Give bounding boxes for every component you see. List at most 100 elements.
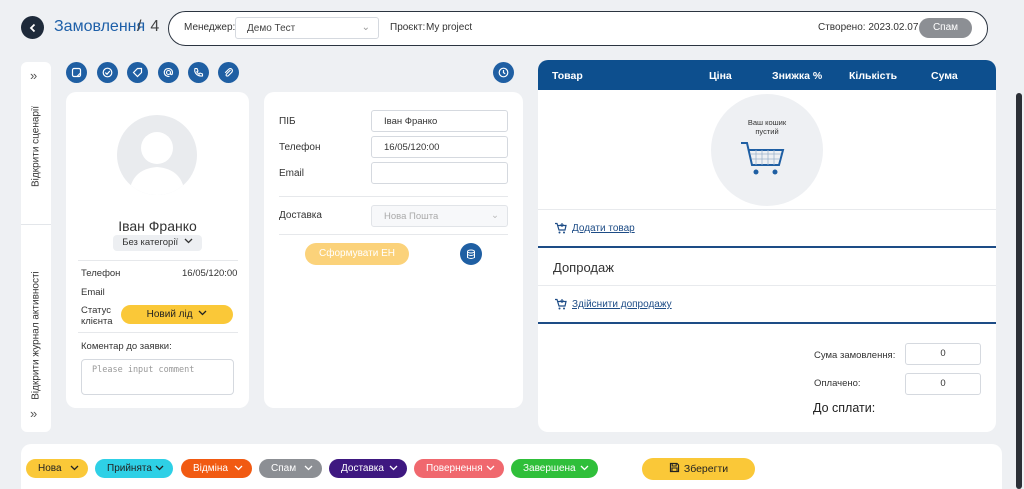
side-panel-strip: » Відкрити сценарії Відкрити журнал акти… (21, 62, 51, 432)
chevron-down-icon (234, 459, 243, 478)
status-pill-label: Відміна (193, 463, 228, 474)
expand-activity-icon[interactable]: » (30, 406, 37, 421)
database-icon[interactable] (460, 243, 482, 265)
status-pill-2[interactable]: Відміна (181, 459, 252, 478)
chevron-down-icon (389, 459, 398, 478)
chevron-down-icon (70, 459, 79, 478)
add-to-cart-icon (555, 298, 567, 310)
status-pill-6[interactable]: Завершена (511, 459, 598, 478)
paid-label: Оплачено: (814, 378, 861, 389)
generate-waybill-button[interactable]: Сформувати ЕН (305, 243, 409, 265)
email-input[interactable] (371, 162, 508, 184)
expand-scenarios-icon[interactable]: » (30, 68, 37, 83)
cart-table-header: Товар Ціна Знижка % Кількість Сума (538, 60, 996, 90)
divider (279, 234, 508, 235)
order-sum-input[interactable]: 0 (905, 343, 981, 365)
save-icon (669, 462, 679, 473)
scrollbar[interactable] (1016, 93, 1022, 489)
tag-icon[interactable] (127, 62, 148, 83)
manager-select[interactable]: Демо Тест ⌄ (235, 17, 379, 39)
divider (538, 322, 996, 324)
client-name: Іван Франко (118, 218, 197, 234)
chevron-down-icon (486, 459, 495, 478)
delivery-select[interactable]: Нова Пошта ⌄ (371, 205, 508, 227)
open-activity-log-link[interactable]: Відкрити журнал активності (31, 271, 42, 400)
chevron-down-icon (304, 459, 313, 478)
column-price: Ціна (709, 70, 732, 82)
order-info-bar: Менеджер: Демо Тест ⌄ Проєкт: My project… (168, 11, 988, 46)
divider (78, 260, 238, 261)
chevron-down-icon (184, 238, 193, 244)
user-silhouette-icon (129, 132, 185, 195)
email-label: Email (279, 168, 305, 179)
upsell-link[interactable]: Здійснити допродажу (554, 298, 672, 310)
divider (538, 209, 996, 210)
order-number: / 4 (137, 18, 160, 35)
status-pill-5[interactable]: Повернення (414, 459, 504, 478)
paid-input[interactable]: 0 (905, 373, 981, 395)
back-button[interactable] (21, 16, 44, 39)
shopping-cart-icon (741, 142, 785, 175)
add-to-cart-icon (555, 222, 567, 234)
status-pill-label: Доставка (341, 463, 384, 474)
phone-input[interactable]: 16/05/120:00 (371, 136, 508, 158)
status-pill-label: Нова (38, 463, 62, 474)
status-pill-label: Завершена (523, 463, 576, 474)
created-date: Створено: 2023.02.07 (818, 22, 919, 33)
open-scenarios-link[interactable]: Відкрити сценарії (31, 106, 42, 187)
clock-icon[interactable] (493, 62, 514, 83)
project-value: My project (426, 22, 473, 33)
status-label: Статус клієнта (81, 305, 113, 327)
upsell-title: Допродаж (553, 260, 614, 275)
paperclip-icon[interactable] (218, 62, 239, 83)
comment-label: Коментар до заявки: (81, 341, 172, 352)
phone-value: 16/05/120:00 (182, 268, 238, 279)
status-pill-label: Спам (271, 463, 297, 474)
name-input[interactable]: Іван Франко (371, 110, 508, 132)
status-pill-1[interactable]: Прийнята (95, 459, 173, 478)
page-title: Замовлення (54, 18, 146, 35)
status-pill-4[interactable]: Доставка (329, 459, 407, 478)
delivery-form: ПІБ Іван Франко Телефон 16/05/120:00 Ema… (264, 92, 523, 408)
order-sum-label: Сума замовлення: (814, 350, 896, 361)
at-sign-icon[interactable] (158, 62, 179, 83)
name-label: ПІБ (279, 116, 296, 127)
column-discount: Знижка % (772, 70, 823, 82)
chevron-down-icon: ⌄ (361, 22, 370, 33)
phone-icon[interactable] (188, 62, 209, 83)
phone-label: Телефон (81, 268, 121, 279)
status-pill-label: Прийнята (107, 463, 152, 474)
project-label: Проєкт: (390, 22, 426, 33)
save-button[interactable]: Зберегти (642, 458, 755, 480)
client-card: Іван Франко Без категорії Телефон 16/05/… (66, 92, 249, 408)
chevron-left-icon (29, 23, 35, 32)
comment-textarea[interactable]: Please input comment (81, 359, 234, 395)
email-label: Email (81, 287, 105, 298)
add-product-link[interactable]: Додати товар (554, 222, 635, 234)
phone-label: Телефон (279, 142, 321, 153)
cart-panel: Товар Ціна Знижка % Кількість Сума Ваш к… (538, 60, 996, 432)
status-pill-3[interactable]: Спам (259, 459, 322, 478)
chevron-down-icon (198, 310, 207, 316)
chevron-down-icon (580, 459, 589, 478)
status-bar: Зберегти Нова Прийнята Відміна Спам Доставка… (21, 444, 1002, 489)
status-pill-label: Повернення (426, 463, 483, 474)
note-icon[interactable] (66, 62, 87, 83)
spam-button[interactable]: Спам (919, 18, 972, 38)
column-quantity: Кількість (849, 70, 898, 82)
client-status-select[interactable]: Новий лід (121, 305, 233, 324)
chevron-down-icon (155, 459, 164, 478)
divider (538, 285, 996, 286)
divider (21, 224, 51, 225)
column-sum: Сума (931, 70, 958, 82)
divider (538, 246, 996, 248)
category-select[interactable]: Без категорії (113, 235, 202, 251)
column-product: Товар (552, 70, 583, 82)
empty-cart-placeholder: Ваш кошик пустий (711, 94, 823, 206)
delivery-label: Доставка (279, 210, 322, 221)
status-pill-0[interactable]: Нова (26, 459, 88, 478)
empty-cart-text: Ваш кошик пустий (747, 118, 787, 136)
manager-label: Менеджер: (184, 22, 236, 33)
divider (78, 332, 238, 333)
check-circle-icon[interactable] (97, 62, 118, 83)
